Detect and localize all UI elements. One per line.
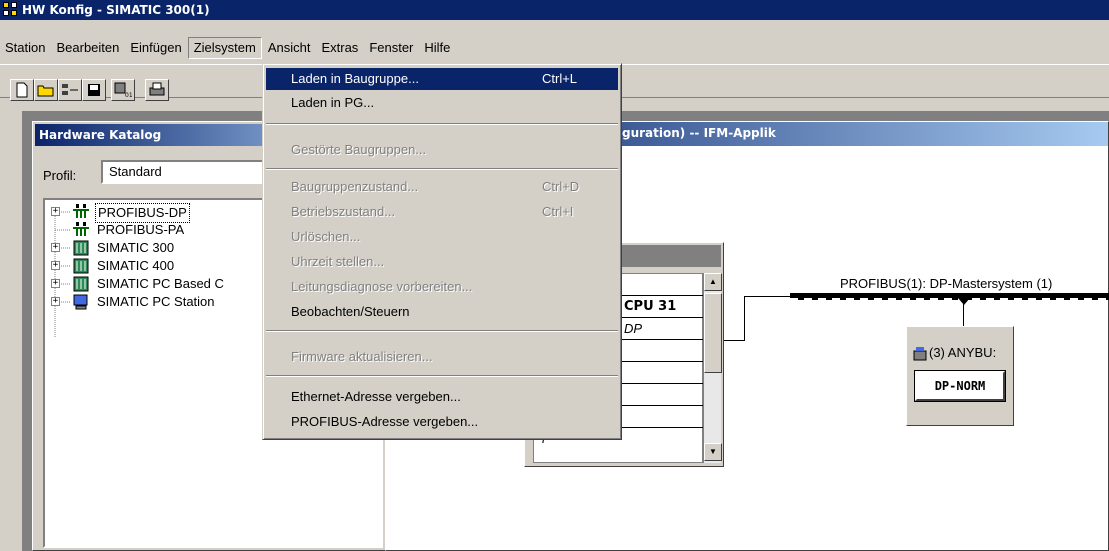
open-folder-icon[interactable]	[34, 79, 58, 101]
expand-icon[interactable]: +	[51, 261, 60, 270]
menu-item-label: Firmware aktualisieren...	[291, 349, 433, 364]
expand-icon[interactable]: +	[51, 297, 60, 306]
zielsystem-dropdown-menu: Laden in Baugruppe... Ctrl+L Laden in PG…	[262, 63, 622, 440]
slave-module[interactable]: DP-NORM	[914, 370, 1006, 402]
menu-item-label: Ethernet-Adresse vergeben...	[291, 389, 461, 404]
profibus-label: PROFIBUS(1): DP-Mastersystem (1)	[840, 276, 1053, 291]
svg-text:01: 01	[125, 92, 132, 98]
expand-icon[interactable]: +	[51, 243, 60, 252]
new-file-icon[interactable]	[10, 79, 34, 101]
menu-separator	[266, 168, 618, 170]
menu-item-profibus-adresse[interactable]: PROFIBUS-Adresse vergeben...	[266, 411, 618, 433]
save-icon[interactable]	[82, 79, 106, 101]
menu-item-laden-in-pg[interactable]: Laden in PG...	[266, 92, 618, 114]
menu-item-label: Gestörte Baugruppen...	[291, 142, 427, 157]
menu-item-label: Laden in Baugruppe...	[291, 71, 419, 86]
menu-item-laden-in-baugruppe[interactable]: Laden in Baugruppe... Ctrl+L	[266, 68, 618, 90]
menu-item-shortcut: Ctrl+D	[542, 179, 580, 194]
connection-line	[744, 296, 745, 341]
menu-item-betriebszustand[interactable]: Betriebszustand... Ctrl+I	[266, 201, 618, 223]
menu-item-label: PROFIBUS-Adresse vergeben...	[291, 414, 479, 429]
dp-cell: DP	[624, 321, 643, 336]
menu-station[interactable]: Station	[0, 37, 50, 59]
menu-hilfe[interactable]: Hilfe	[419, 37, 455, 59]
slave-title: (3) ANYBU:	[929, 345, 997, 360]
menu-bearbeiten[interactable]: Bearbeiten	[51, 37, 124, 59]
network-icon	[73, 204, 89, 218]
network-connect-icon[interactable]	[58, 79, 82, 101]
expand-icon[interactable]: +	[51, 279, 60, 288]
menu-item-label: Baugruppenzustand...	[291, 179, 419, 194]
menu-fenster[interactable]: Fenster	[364, 37, 418, 59]
tree-label: SIMATIC 400	[97, 258, 175, 273]
menu-ansicht[interactable]: Ansicht	[263, 37, 316, 59]
menu-zielsystem[interactable]: Zielsystem	[187, 37, 262, 59]
menu-extras[interactable]: Extras	[316, 37, 363, 59]
tree-label: PROFIBUS-PA	[97, 222, 185, 237]
menu-item-label: Urlöschen...	[291, 229, 361, 244]
print-icon[interactable]	[145, 79, 169, 101]
menu-item-shortcut: Ctrl+I	[542, 204, 574, 219]
rack-scrollbar[interactable]: ▲ ▼	[703, 273, 722, 463]
menu-item-gestoerte-baugruppen[interactable]: Gestörte Baugruppen...	[266, 139, 618, 161]
menu-bar: Station Bearbeiten Einfügen Zielsystem A…	[0, 36, 1109, 60]
menu-item-label: Uhrzeit stellen...	[291, 254, 385, 269]
menu-item-firmware-aktualisieren[interactable]: Firmware aktualisieren...	[266, 346, 618, 368]
menu-item-baugruppenzustand[interactable]: Baugruppenzustand... Ctrl+D	[266, 176, 618, 198]
pc-icon	[73, 294, 88, 310]
module-icon	[73, 258, 89, 274]
scroll-up-icon[interactable]: ▲	[704, 273, 722, 291]
scroll-down-icon[interactable]: ▼	[704, 443, 722, 461]
module-icon	[73, 240, 89, 256]
tree-label: SIMATIC 300	[97, 240, 175, 255]
download-to-module-icon[interactable]: 01	[111, 79, 135, 101]
menu-item-label: Betriebszustand...	[291, 204, 396, 219]
menu-item-leitungsdiagnose[interactable]: Leitungsdiagnose vorbereiten...	[266, 276, 618, 298]
slave-device-icon	[913, 347, 927, 361]
menu-separator	[266, 330, 618, 332]
menu-item-urloeschen[interactable]: Urlöschen...	[266, 226, 618, 248]
menu-item-label: Leitungsdiagnose vorbereiten...	[291, 279, 473, 294]
tree-label: SIMATIC PC Station	[97, 294, 215, 309]
module-icon	[73, 276, 89, 292]
profibus-line-dash	[790, 298, 1109, 300]
profile-label: Profil:	[43, 168, 77, 183]
tree-label: PROFIBUS-DP	[95, 203, 190, 223]
window-title: HW Konfig - SIMATIC 300(1)	[22, 3, 210, 17]
menu-separator	[266, 123, 618, 125]
bus-connector-icon	[958, 298, 970, 305]
menu-einfuegen[interactable]: Einfügen	[125, 37, 186, 59]
bus-drop-line	[963, 298, 964, 326]
station-title: guration) -- IFM-Applik	[622, 126, 776, 140]
network-icon	[73, 222, 89, 236]
menu-item-ethernet-adresse[interactable]: Ethernet-Adresse vergeben...	[266, 386, 618, 408]
menu-item-label: Laden in PG...	[291, 95, 375, 110]
tree-label: SIMATIC PC Based C	[97, 276, 224, 291]
cpu-cell: CPU 31	[624, 299, 677, 314]
anybus-slave[interactable]: (3) ANYBU: DP-NORM	[906, 326, 1014, 426]
scroll-thumb[interactable]	[704, 293, 722, 373]
hw-config-app-icon	[3, 2, 19, 18]
connection-line	[744, 296, 790, 297]
title-bar: HW Konfig - SIMATIC 300(1)	[0, 0, 1109, 20]
menu-item-uhrzeit-stellen[interactable]: Uhrzeit stellen...	[266, 251, 618, 273]
menu-item-beobachten-steuern[interactable]: Beobachten/Steuern	[266, 301, 618, 323]
expand-icon[interactable]: +	[51, 207, 60, 216]
menu-item-label: Beobachten/Steuern	[291, 304, 410, 319]
menu-item-shortcut: Ctrl+L	[542, 71, 578, 86]
menu-separator	[266, 375, 618, 377]
